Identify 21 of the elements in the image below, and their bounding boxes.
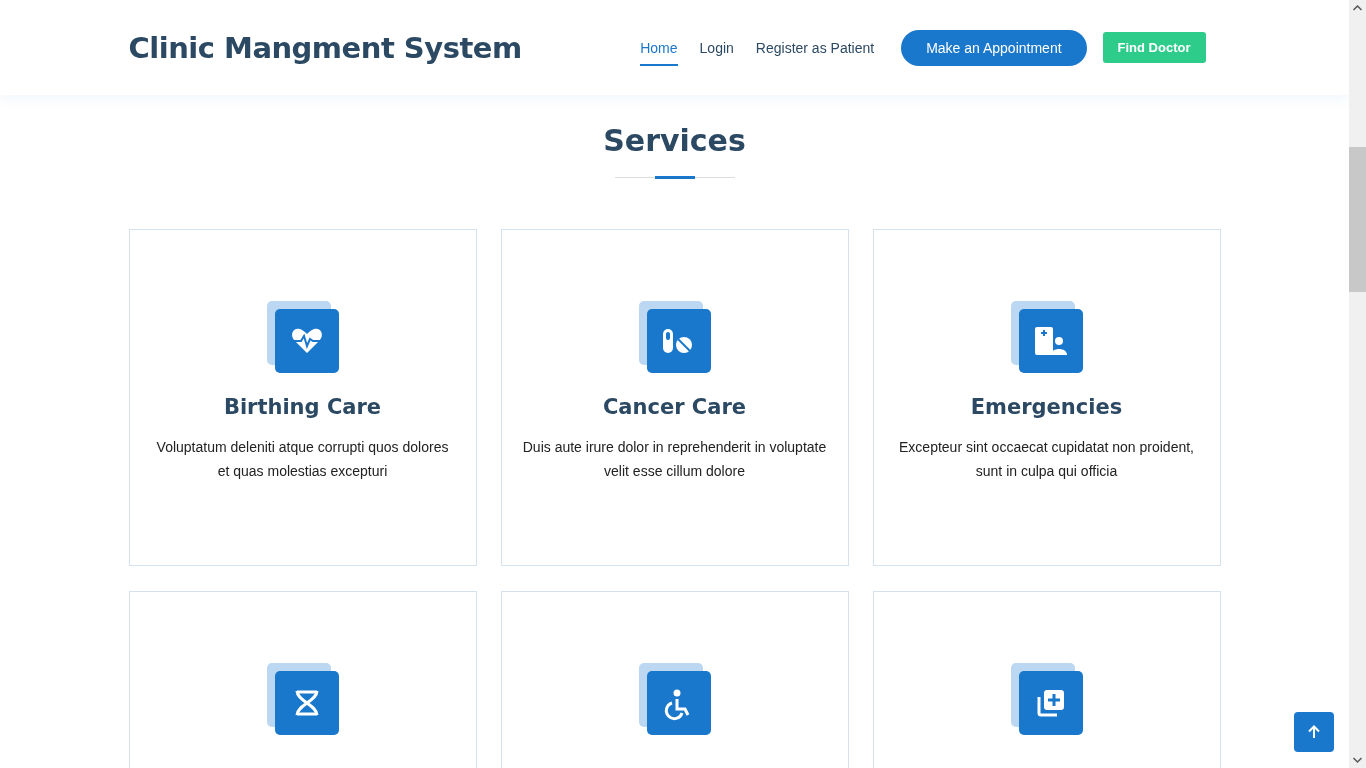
nav-link[interactable]: Register as Patient xyxy=(755,29,875,66)
heartbeat-icon xyxy=(266,301,339,373)
dna-icon xyxy=(266,663,339,735)
nav-link[interactable]: Login xyxy=(699,29,734,66)
pills-icon xyxy=(638,301,711,373)
section-title: Services xyxy=(603,123,746,158)
service-title[interactable]: Emergencies xyxy=(970,395,1123,419)
appointment-button[interactable]: Make an Appointment xyxy=(901,29,1087,66)
back-to-top-button[interactable] xyxy=(1294,712,1334,752)
nav-link[interactable]: Home xyxy=(640,29,678,66)
scrollbar[interactable] xyxy=(1349,0,1366,768)
arrow-up-icon xyxy=(1306,724,1322,740)
site-logo[interactable]: Clinic Mangment System xyxy=(128,30,522,65)
wheelchair-icon xyxy=(638,663,711,735)
service-title[interactable]: Birthing Care xyxy=(223,395,382,419)
service-description: Excepteur sint occaecat cupidatat non proident, sunt in culpa qui officia xyxy=(898,438,1195,481)
add-copy-icon xyxy=(1010,663,1083,735)
service-title[interactable]: Cancer Care xyxy=(602,395,747,419)
service-description: Duis aute irure dolor in reprehenderit in voluptate velit esse cillum dolore xyxy=(521,438,828,481)
medical-chart-icon xyxy=(1010,301,1083,373)
service-description: Voluptatum deleniti atque corrupti quos dolores et quas molestias excepturi xyxy=(155,438,450,481)
